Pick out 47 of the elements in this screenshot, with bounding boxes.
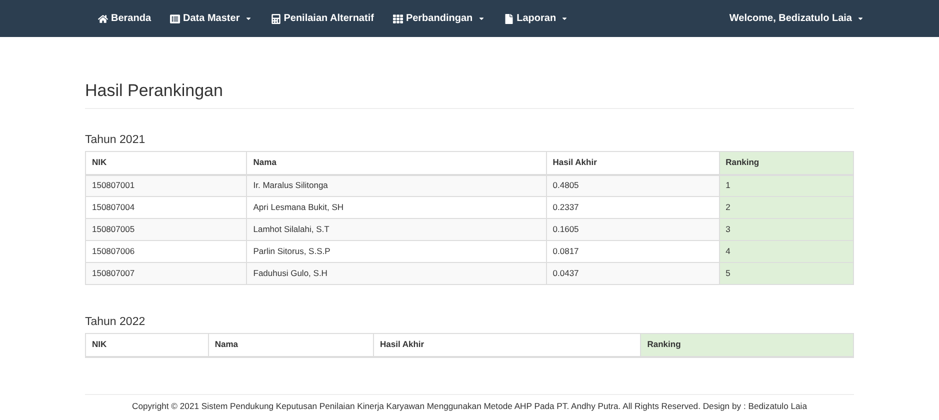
caret-icon	[244, 15, 252, 22]
nav-link[interactable]: Beranda	[98, 11, 152, 26]
footer-text: Copyright © 2021 Sistem Pendukung Keputusan Penilaian Kinerja Karyawan Menggunakan Metode AHP Pada PT. Andhy Putra. All Rights Reserved. Design by : Bedizatulo Laia	[132, 400, 807, 412]
column-header: NIK	[86, 152, 247, 174]
column-header: Ranking	[719, 152, 854, 174]
home-icon	[98, 14, 108, 24]
grid-icon	[392, 14, 403, 24]
table-cell: 5	[719, 262, 854, 284]
table-cell: 0.0437	[546, 262, 720, 284]
table-cell: 150807001	[86, 174, 247, 196]
table-cell: 150807005	[86, 218, 247, 240]
page-title: Hasil Perankingan	[85, 80, 224, 102]
table-cell: 150807007	[86, 262, 247, 284]
nav-link[interactable]: Data Master	[170, 11, 252, 26]
table-cell: 150807006	[86, 240, 247, 262]
caret-icon	[478, 15, 485, 22]
list-icon	[170, 14, 180, 24]
column-header: Ranking	[640, 334, 854, 356]
table-cell: 0.1605	[546, 218, 720, 240]
table-cell: 0.0817	[546, 240, 720, 262]
section-title: Tahun 2021	[85, 133, 146, 147]
section-title: Tahun 2022	[85, 315, 146, 329]
caret-icon	[561, 15, 568, 22]
table-cell: Faduhusi Gulo, S.H	[246, 262, 546, 284]
table-cell: 150807004	[86, 196, 247, 218]
column-header: Nama	[246, 152, 546, 174]
table-cell: 4	[719, 240, 854, 262]
table-cell: 0.4805	[546, 174, 720, 196]
table-cell: 0.2337	[546, 196, 720, 218]
nav-link[interactable]: Perbandingan	[392, 11, 485, 26]
user-menu[interactable]: Welcome, Bedizatulo Laia	[729, 11, 864, 26]
column-header: Nama	[208, 334, 374, 356]
column-header: NIK	[86, 334, 208, 356]
nav-link[interactable]: Penilaian Alternatif	[270, 11, 374, 26]
caret-icon	[857, 15, 864, 22]
table-cell: 1	[719, 174, 854, 196]
table-cell: 2	[719, 196, 854, 218]
column-header: Hasil Akhir	[373, 334, 641, 356]
table-cell: Ir. Maralus Silitonga	[246, 174, 546, 196]
file-icon	[504, 14, 514, 24]
column-header: Hasil Akhir	[546, 152, 720, 174]
calculator-icon	[270, 14, 281, 24]
table-cell: 3	[719, 218, 854, 240]
table-cell: Lamhot Silalahi, S.T	[246, 218, 546, 240]
nav-link[interactable]: Laporan	[504, 11, 568, 26]
table-cell: Parlin Sitorus, S.S.P	[246, 240, 546, 262]
table-cell: Apri Lesmana Bukit, SH	[246, 196, 546, 218]
